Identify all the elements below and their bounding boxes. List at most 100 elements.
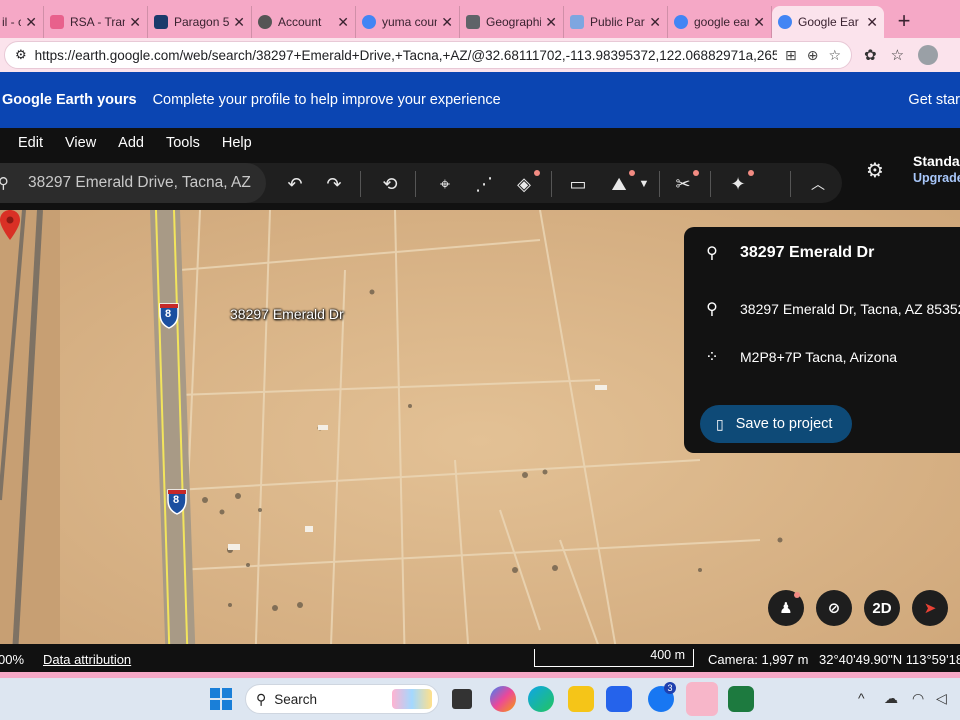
- file-explorer-icon[interactable]: [568, 686, 594, 712]
- extensions-icon[interactable]: ✿: [864, 46, 877, 64]
- url-text: https://earth.google.com/web/search/3829…: [34, 47, 777, 63]
- store-icon[interactable]: [606, 686, 632, 712]
- location-pin-icon[interactable]: [0, 210, 20, 240]
- plus-code: M2P8+7P Tacna, Arizona: [740, 349, 898, 365]
- browser-tab-3[interactable]: Account ✕: [252, 6, 356, 38]
- search-favicon-icon: [362, 15, 376, 29]
- taskbar-search-label: Search: [274, 691, 318, 707]
- settings-gear-icon[interactable]: ⚙: [866, 158, 890, 182]
- close-icon[interactable]: ✕: [545, 14, 557, 31]
- divider: [659, 171, 660, 197]
- excel-icon[interactable]: [728, 686, 754, 712]
- browser-tab-5[interactable]: Geographi ✕: [460, 6, 564, 38]
- chevron-down-icon[interactable]: ▼: [632, 172, 656, 196]
- close-icon[interactable]: ✕: [441, 14, 453, 31]
- volume-icon[interactable]: ◁: [936, 690, 947, 707]
- browser-tab-2[interactable]: Paragon 5 ✕: [148, 6, 252, 38]
- menu-help[interactable]: Help: [222, 135, 252, 151]
- zoom-icon[interactable]: ⊕: [807, 47, 819, 64]
- browser-tab-1[interactable]: RSA - Tran ✕: [44, 6, 148, 38]
- windows-start-icon[interactable]: [210, 688, 232, 710]
- taskbar-search[interactable]: ⚲ Search: [245, 684, 439, 714]
- menu-add[interactable]: Add: [118, 135, 144, 151]
- toggle-2d-button[interactable]: 2D: [864, 590, 900, 626]
- tab-title: RSA - Tran: [70, 15, 126, 29]
- place-info-panel: ⚲ 38297 Emerald Dr ⚲ 38297 Emerald Dr, T…: [684, 227, 960, 453]
- scale-label: 400 m: [650, 648, 685, 662]
- close-icon[interactable]: ✕: [337, 14, 349, 31]
- search-highlight-icon: [392, 689, 432, 709]
- search-input[interactable]: ⚲ 38297 Emerald Drive, Tacna, AZ: [0, 163, 266, 203]
- layers-icon[interactable]: ◈: [512, 170, 540, 196]
- menu-tools[interactable]: Tools: [166, 135, 200, 151]
- close-icon[interactable]: ✕: [233, 14, 245, 31]
- my-location-button[interactable]: ⊘: [816, 590, 852, 626]
- menu-view[interactable]: View: [65, 135, 96, 151]
- camera-altitude: Camera: 1,997 m: [708, 652, 809, 667]
- history-icon[interactable]: ⟲: [378, 172, 402, 196]
- highway-shield-label-2: 8: [173, 494, 180, 506]
- app-install-icon[interactable]: ⊞: [785, 47, 797, 64]
- tab-title: Paragon 5: [174, 15, 230, 29]
- close-icon[interactable]: ✕: [25, 14, 37, 31]
- gemini-sparkle-icon[interactable]: ✦: [726, 170, 754, 196]
- windows-taskbar: ⚲ Search 3 ^ ☁ ◠ ◁: [0, 678, 960, 720]
- undo-icon[interactable]: ↶: [283, 172, 307, 196]
- bookmark-star-icon[interactable]: ☆: [828, 47, 841, 64]
- get-started-link[interactable]: Get star: [908, 92, 960, 108]
- chevron-up-icon[interactable]: ^: [858, 690, 865, 706]
- profile-avatar[interactable]: [918, 45, 939, 65]
- save-to-project-button[interactable]: ▯ Save to project: [700, 405, 852, 443]
- browser-tab-6[interactable]: Public Parc ✕: [564, 6, 668, 38]
- onedrive-icon[interactable]: ☁: [884, 690, 898, 707]
- task-view-icon[interactable]: [452, 689, 472, 709]
- banner-message: Complete your profile to help improve yo…: [152, 92, 501, 108]
- place-address-row[interactable]: ⚲ 38297 Emerald Dr, Tacna, AZ 85352: [702, 299, 960, 319]
- browser-tab-8-active[interactable]: Google Ear ✕: [772, 6, 884, 38]
- firefox-active-icon[interactable]: [686, 682, 718, 716]
- upgrade-link[interactable]: Upgrade: [913, 170, 960, 187]
- search-favicon-icon: [674, 15, 688, 29]
- divider: [710, 171, 711, 197]
- tab-title: Google Ear: [798, 15, 859, 29]
- browser-tab-0[interactable]: il - c ✕: [0, 6, 44, 38]
- notification-badge: 3: [664, 682, 676, 694]
- copilot-icon[interactable]: [490, 686, 516, 712]
- favorites-icon[interactable]: ☆: [891, 46, 904, 64]
- tab-favicon-icon: [466, 15, 480, 29]
- tab-title: google ear: [694, 15, 750, 29]
- close-icon[interactable]: ✕: [649, 14, 661, 31]
- wifi-icon[interactable]: ◠: [912, 690, 924, 707]
- search-value: 38297 Emerald Drive, Tacna, AZ: [28, 174, 251, 191]
- edge-icon[interactable]: [528, 686, 554, 712]
- browser-tab-strip: il - c ✕ RSA - Tran ✕ Paragon 5 ✕ Accoun…: [0, 0, 960, 38]
- place-title-row: ⚲ 38297 Emerald Dr: [702, 243, 874, 263]
- menu-bar: Edit View Add Tools Help: [0, 128, 960, 158]
- close-icon[interactable]: ✕: [753, 14, 765, 31]
- site-info-icon[interactable]: ⚙: [15, 47, 27, 63]
- new-tab-button[interactable]: +: [884, 6, 924, 38]
- terrain-icon[interactable]: ⛰: [607, 170, 635, 196]
- placemark-label: 38297 Emerald Dr: [230, 306, 344, 322]
- satellite-icon[interactable]: ✂: [671, 170, 699, 196]
- pegman-street-view-button[interactable]: ♟: [768, 590, 804, 626]
- address-bar[interactable]: ⚙ https://earth.google.com/web/search/38…: [4, 41, 852, 69]
- close-icon[interactable]: ✕: [866, 14, 878, 31]
- draw-path-icon[interactable]: ⋰: [472, 172, 496, 196]
- banner-brand: Google Earth yours: [2, 92, 137, 108]
- redo-icon[interactable]: ↷: [322, 172, 346, 196]
- close-icon[interactable]: ✕: [129, 14, 141, 31]
- tab-favicon-icon: [154, 15, 168, 29]
- search-icon: ⚲: [256, 690, 267, 707]
- compass-button[interactable]: ➤: [912, 590, 948, 626]
- tab-title: Public Parc: [590, 15, 646, 29]
- add-placemark-icon[interactable]: ⌖: [433, 172, 457, 196]
- plus-code-row[interactable]: ⁘ M2P8+7P Tacna, Arizona: [702, 347, 897, 367]
- data-attribution-link[interactable]: Data attribution: [43, 652, 131, 667]
- measure-icon[interactable]: ▭: [566, 172, 590, 196]
- menu-edit[interactable]: Edit: [18, 135, 43, 151]
- chevron-up-icon[interactable]: ︿: [806, 172, 830, 196]
- browser-tab-4[interactable]: yuma coun ✕: [356, 6, 460, 38]
- browser-tab-7[interactable]: google ear ✕: [668, 6, 772, 38]
- account-plan[interactable]: Standa Upgrade: [913, 153, 960, 187]
